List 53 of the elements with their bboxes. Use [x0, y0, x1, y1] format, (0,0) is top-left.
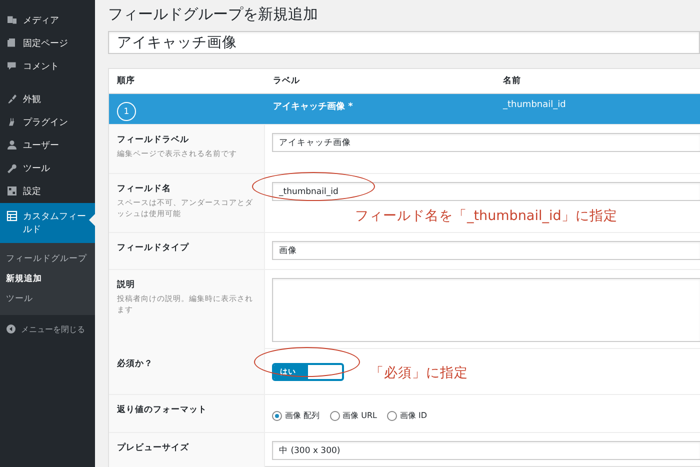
column-header: 順序	[116, 75, 136, 87]
submenu-item[interactable]: フィールドグループ	[0, 249, 95, 269]
setting-label: 必須か？	[117, 358, 154, 370]
radio-option[interactable]: 画像 配列	[272, 410, 320, 421]
column-header: 名前	[502, 75, 522, 87]
title-field[interactable]: アイキャッチ画像	[108, 31, 700, 54]
brush-icon	[6, 93, 18, 105]
radio-option[interactable]: 画像 ID	[386, 410, 428, 421]
menu-item[interactable]: メディア	[0, 9, 95, 32]
menu-item[interactable]: ツール	[0, 157, 95, 180]
field-label: アイキャッチ画像 *	[272, 100, 354, 113]
menu-item[interactable]: ユーザー	[0, 134, 95, 157]
setting-label: 返り値のフォーマット	[117, 404, 208, 416]
radio-option[interactable]: 画像 URL	[330, 410, 377, 421]
select-field[interactable]: 中 (300 x 300)	[272, 441, 700, 460]
collapse-menu-button[interactable]: メニューを閉じる	[0, 315, 95, 343]
wrench-icon	[6, 162, 18, 174]
settings-icon	[6, 185, 18, 197]
menu-item[interactable]: プラグイン	[0, 111, 95, 134]
grid-icon	[6, 210, 18, 222]
radio-button[interactable]	[272, 410, 282, 420]
menu-item[interactable]: コメント	[0, 55, 95, 78]
radio-label: 画像 URL	[342, 410, 377, 421]
annotation-text: 「必須」に指定	[370, 364, 468, 382]
collapse-icon	[5, 323, 17, 335]
page-title: フィールドグループを新規追加	[108, 5, 319, 24]
setting-label: 説明	[117, 279, 136, 291]
menu-item[interactable]: 外観	[0, 88, 95, 111]
radio-button[interactable]	[330, 410, 340, 420]
column-header: ラベル	[272, 75, 301, 87]
input-field[interactable]: アイキャッチ画像	[272, 133, 700, 152]
input-field[interactable]: _thumbnail_id	[272, 182, 700, 201]
submenu-item[interactable]: 新規追加	[0, 269, 95, 289]
order-badge: 1	[117, 102, 136, 121]
radio-label: 画像 配列	[285, 410, 320, 421]
user-icon	[6, 139, 18, 151]
menu-item[interactable]: カスタムフィールド	[0, 203, 95, 243]
comment-icon	[6, 60, 18, 72]
setting-label: フィールド名	[117, 183, 172, 195]
textarea-field[interactable]	[272, 278, 700, 342]
annotation-text: フィールド名を「_thumbnail_id」に指定	[355, 207, 618, 225]
page-icon	[6, 37, 18, 49]
setting-label: フィールドタイプ	[117, 242, 190, 254]
radio-label: 画像 ID	[400, 410, 428, 421]
radio-button[interactable]	[386, 410, 397, 420]
field-name: _thumbnail_id	[502, 99, 567, 110]
menu-item[interactable]: 設定	[0, 180, 95, 203]
setting-label: プレビューサイズ	[117, 442, 190, 454]
submenu-item[interactable]: ツール	[0, 289, 95, 309]
setting-label: フィールドラベル	[117, 134, 190, 146]
select-field[interactable]: 画像	[272, 241, 700, 260]
media-icon	[6, 14, 18, 26]
menu-item[interactable]: 固定ページ	[0, 32, 95, 55]
